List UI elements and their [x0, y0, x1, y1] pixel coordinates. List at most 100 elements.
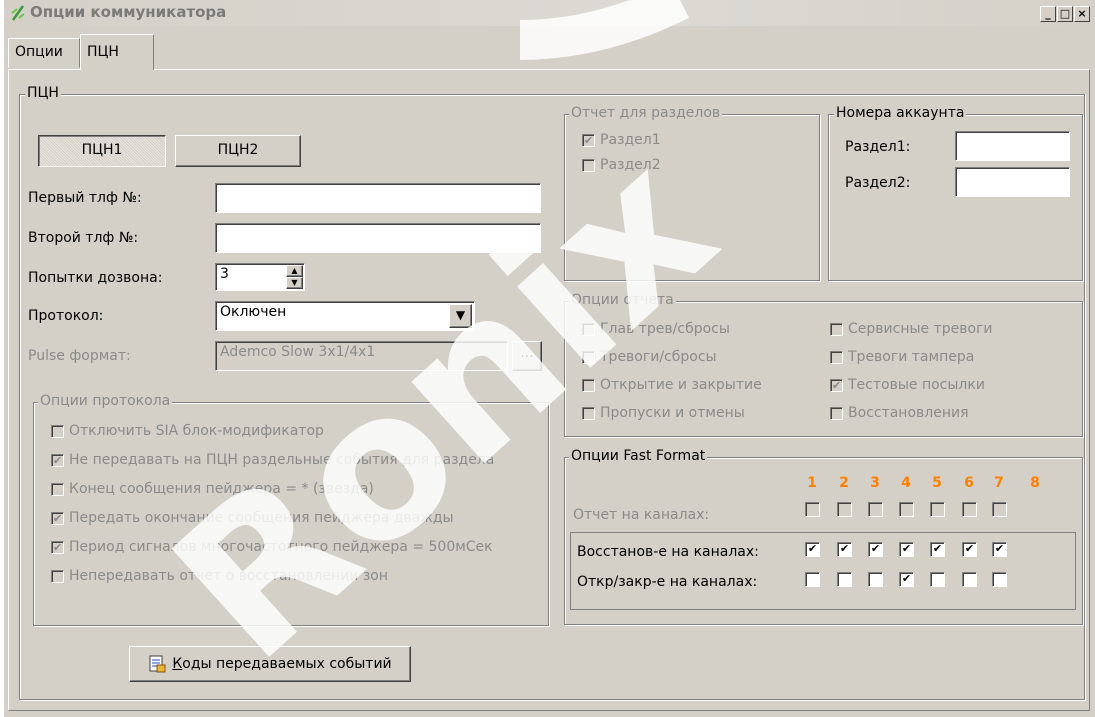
checkbox[interactable]: ✔	[582, 133, 595, 147]
checkbox[interactable]	[582, 322, 595, 336]
fast-openclose-ch3-checkbox[interactable]	[868, 572, 883, 587]
fast-report-ch3-checkbox[interactable]	[868, 502, 883, 517]
event-codes-button[interactable]: Коды передаваемых событий	[129, 646, 411, 682]
channel-number: 7	[994, 475, 1004, 491]
checkbox[interactable]	[51, 424, 64, 438]
report-option-service[interactable]: Сервисные тревоги	[830, 321, 993, 337]
pulse-format-field: Ademco Slow 3x1/4x1	[215, 341, 508, 371]
checkbox[interactable]	[582, 350, 595, 364]
tab-pcn[interactable]: ПЦН	[80, 34, 154, 70]
fast-openclose-ch4-checkbox[interactable]: ✔	[899, 572, 914, 587]
protocol-dropdown-button[interactable]: ▼	[449, 304, 472, 328]
pulse-format-label: Pulse формат:	[28, 348, 131, 364]
maximize-button[interactable]: □	[1057, 6, 1073, 22]
fast-restore-ch7-checkbox[interactable]: ✔	[992, 542, 1007, 557]
second-phone-input[interactable]	[215, 223, 541, 253]
channel-number: 2	[839, 475, 849, 491]
fast-report-ch1-checkbox[interactable]	[805, 502, 820, 517]
report-option-open-close[interactable]: Открытие и закрытие	[582, 377, 762, 393]
fast-openclose-ch7-checkbox[interactable]	[992, 572, 1007, 587]
pcn-group-label: ПЦН	[25, 85, 61, 101]
document-icon	[149, 655, 166, 673]
channel-number: 3	[870, 475, 880, 491]
protocol-option-5[interactable]: ✔ Период сигналов многочастотного пейджер…	[51, 539, 493, 555]
fast-report-ch2-checkbox[interactable]	[837, 502, 852, 517]
pulse-format-browse-button[interactable]: ...	[512, 341, 542, 371]
fast-openclose-ch6-checkbox[interactable]	[962, 572, 977, 587]
checkbox[interactable]: ✔	[51, 511, 64, 525]
checkbox[interactable]: ✔	[830, 378, 843, 392]
first-phone-input[interactable]	[215, 183, 541, 213]
report-option-restore[interactable]: Восстановления	[830, 405, 969, 421]
title-bar[interactable]: Опции коммуникатора _ □ ×	[4, 0, 1095, 26]
pcn1-button[interactable]: ПЦН1	[38, 135, 166, 167]
report-option-bypass[interactable]: Пропуски и отмены	[582, 405, 745, 421]
attempts-up-button[interactable]: ▲	[286, 265, 303, 277]
checkbox[interactable]	[830, 406, 843, 420]
close-button[interactable]: ×	[1074, 6, 1090, 22]
account-section1-input[interactable]	[955, 131, 1070, 161]
protocol-label: Протокол:	[28, 308, 104, 324]
checkbox[interactable]: ✔	[51, 453, 64, 467]
protocol-option-2[interactable]: ✔ Не передавать на ПЦН раздельные события…	[51, 452, 494, 468]
fast-restore-ch4-checkbox[interactable]: ✔	[899, 542, 914, 557]
checkbox[interactable]: ✔	[51, 540, 64, 554]
checkbox[interactable]	[51, 482, 64, 496]
fast-restore-label: Восстанов-е на каналах:	[577, 544, 759, 560]
protocol-option-4[interactable]: ✔ Передать окончание сообщения пейджера д…	[51, 510, 454, 526]
fast-report-ch4-checkbox[interactable]	[899, 502, 914, 517]
checkbox[interactable]	[582, 158, 595, 172]
fast-restore-ch5-checkbox[interactable]: ✔	[930, 542, 945, 557]
protocol-option-6[interactable]: Непередавать отчет о восстановлении зон	[51, 568, 388, 584]
fast-report-ch6-checkbox[interactable]	[962, 502, 977, 517]
checkbox[interactable]	[51, 569, 64, 583]
channel-number: 4	[901, 475, 911, 491]
checkbox[interactable]	[582, 378, 595, 392]
checkbox[interactable]	[830, 350, 843, 364]
account-numbers-label: Номера аккаунта	[834, 105, 967, 121]
fast-restore-ch6-checkbox[interactable]: ✔	[962, 542, 977, 557]
fast-openclose-ch5-checkbox[interactable]	[930, 572, 945, 587]
tab-options[interactable]: Опции	[8, 38, 80, 68]
account-section2-input[interactable]	[955, 167, 1070, 197]
window-title: Опции коммуникатора	[30, 3, 227, 21]
fast-restore-ch3-checkbox[interactable]: ✔	[868, 542, 883, 557]
fast-openclose-ch1-checkbox[interactable]	[805, 572, 820, 587]
report-option-main-alarms[interactable]: Глав трев/сбросы	[582, 321, 730, 337]
protocol-select[interactable]: Оключен	[215, 301, 475, 331]
first-phone-label: Первый тлф №:	[28, 190, 142, 206]
fast-report-ch5-checkbox[interactable]	[930, 502, 945, 517]
pcn2-button[interactable]: ПЦН2	[175, 135, 301, 167]
protocol-option-3[interactable]: Конец сообщения пейджера = * (звезда)	[51, 481, 374, 497]
report-options-label: Опции отчета	[569, 292, 676, 308]
channel-number: 5	[932, 475, 942, 491]
fast-openclose-label: Откр/закр-е на каналах:	[577, 574, 758, 590]
report-option-alarms[interactable]: Тревоги/сбросы	[582, 349, 717, 365]
protocol-option-1[interactable]: Отключить SIA блок-модификатор	[51, 423, 324, 439]
channel-number: 1	[807, 475, 817, 491]
fast-openclose-ch2-checkbox[interactable]	[837, 572, 852, 587]
account-section2-label: Раздел2:	[845, 175, 911, 191]
report-option-tamper[interactable]: Тревоги тампера	[830, 349, 974, 365]
channel-number: 6	[964, 475, 974, 491]
section-report-2[interactable]: Раздел2	[582, 157, 661, 173]
fast-report-label: Отчет на каналах:	[573, 507, 710, 523]
fast-report-ch7-checkbox[interactable]	[992, 502, 1007, 517]
minimize-button[interactable]: _	[1040, 6, 1056, 22]
dialog-window: Опции коммуникатора _ □ × Опции ПЦН ПЦН …	[4, 0, 1095, 717]
attempts-label: Попытки дозвона:	[28, 270, 163, 286]
channel-number: 8	[1030, 475, 1040, 491]
checkbox[interactable]	[582, 406, 595, 420]
fast-restore-ch1-checkbox[interactable]: ✔	[805, 542, 820, 557]
attempts-down-button[interactable]: ▼	[286, 277, 303, 289]
protocol-options-label: Опции протокола	[38, 393, 173, 409]
report-option-test[interactable]: ✔ Тестовые посылки	[830, 377, 985, 393]
fast-restore-ch2-checkbox[interactable]: ✔	[837, 542, 852, 557]
section-report-1[interactable]: ✔ Раздел1	[582, 132, 661, 148]
tab-panel: ПЦН ПЦН1 ПЦН2 Первый тлф №: Второй тлф №…	[8, 69, 1090, 711]
checkbox[interactable]	[830, 322, 843, 336]
section-report-label: Отчет для разделов	[569, 105, 723, 121]
second-phone-label: Второй тлф №:	[28, 230, 139, 246]
account-section1-label: Раздел1:	[845, 139, 911, 155]
fast-format-label: Опции Fast Format	[569, 448, 708, 464]
